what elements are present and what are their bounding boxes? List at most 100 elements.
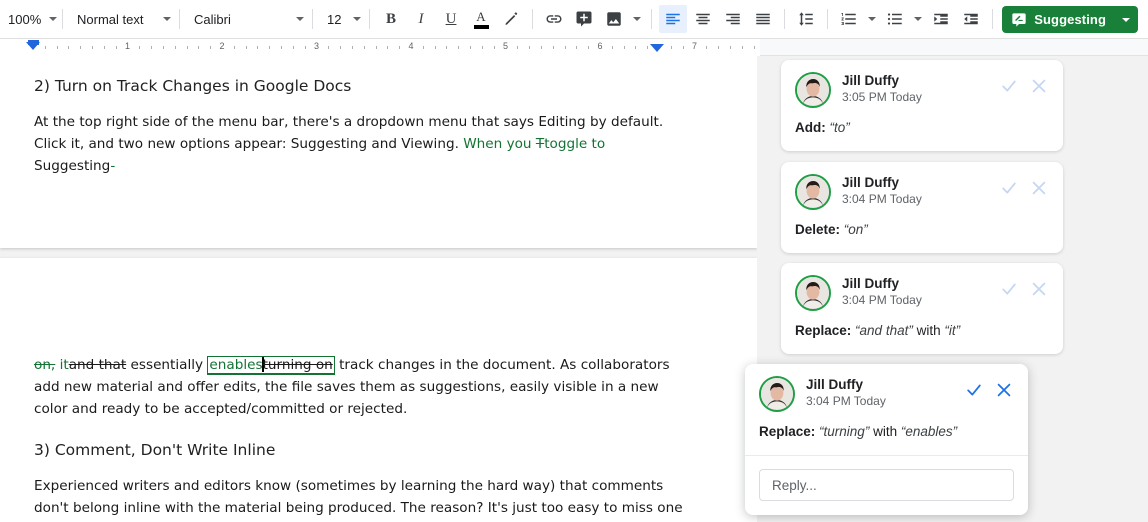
increase-indent-button[interactable]: [957, 5, 985, 33]
zoom-value: 100%: [8, 11, 42, 27]
ruler-tick: [92, 46, 94, 49]
align-justify-button[interactable]: [749, 5, 777, 33]
ruler-track[interactable]: [0, 39, 760, 56]
text-essentially: essentially: [126, 357, 208, 373]
paragraph-style-select[interactable]: Normal text: [69, 6, 173, 32]
ruler-tick: [588, 46, 590, 49]
ruler-tick: [493, 46, 495, 49]
check-icon[interactable]: [999, 279, 1019, 299]
line-spacing-button[interactable]: [792, 5, 820, 33]
suggestion-text: Add: “to”: [795, 119, 1049, 137]
suggestion-text: Replace: “turning” with “enables”: [759, 423, 1014, 441]
bold-button[interactable]: B: [377, 5, 405, 33]
divider: [651, 9, 652, 29]
numbered-list-dropdown[interactable]: [865, 5, 879, 33]
decrease-indent-icon: [934, 13, 948, 25]
ruler-tick: [186, 46, 188, 49]
underline-button[interactable]: U: [437, 5, 465, 33]
ruler-tick: [682, 46, 684, 49]
ruler-tick: [399, 46, 401, 49]
font-value: Calibri: [194, 11, 231, 27]
insert-image-dropdown[interactable]: [630, 5, 644, 33]
ruler-number: 5: [502, 41, 509, 51]
editing-mode-button[interactable]: Suggesting: [1002, 6, 1138, 33]
suggestion-action: Add:: [795, 120, 826, 135]
suggestion-quote-new: “enables”: [900, 424, 958, 439]
card-actions: [964, 376, 1014, 400]
suggestions-panel: Jill Duffy 3:05 PM Today Add: “to” Jill Duf…: [745, 56, 1148, 522]
left-margin-handle[interactable]: [28, 40, 39, 45]
ruler-tick: [56, 46, 58, 49]
comment-author: Jill Duffy: [806, 377, 864, 392]
avatar[interactable]: [795, 275, 831, 311]
suggestion-card[interactable]: Jill Duffy 3:04 PM Today Delete: “on”: [781, 162, 1063, 253]
avatar[interactable]: [795, 174, 831, 210]
card-meta: Jill Duffy 3:04 PM Today: [842, 174, 999, 207]
ruler-tick: [540, 46, 542, 49]
close-icon[interactable]: [1029, 76, 1049, 96]
suggestion-card-active[interactable]: Jill Duffy 3:04 PM Today Replace: “turning…: [745, 364, 1028, 515]
suggestion-quote-old: “and that”: [855, 323, 913, 338]
close-icon[interactable]: [994, 380, 1014, 400]
text-color-icon: A: [473, 10, 489, 29]
highlighter-pen-icon: [504, 11, 517, 25]
close-icon[interactable]: [1029, 178, 1049, 198]
font-size-select[interactable]: 12: [319, 6, 363, 32]
ruler-tick: [552, 46, 554, 49]
reply-input[interactable]: Reply...: [759, 469, 1014, 501]
editing-mode-label: Suggesting: [1034, 12, 1106, 27]
ruler-tick: [174, 46, 176, 49]
card-meta: Jill Duffy 3:04 PM Today: [806, 376, 964, 409]
check-icon[interactable]: [999, 178, 1019, 198]
paragraph-tracked-edits: on, itand that essentially enablesturnin…: [34, 354, 687, 420]
check-icon[interactable]: [964, 380, 984, 400]
ruler-tick: [328, 46, 330, 49]
document-page-2[interactable]: on, itand that essentially enablesturnin…: [0, 258, 757, 522]
suggestion-card[interactable]: Jill Duffy 3:05 PM Today Add: “to”: [781, 60, 1063, 151]
suggestion-action: Delete:: [795, 222, 841, 237]
avatar-photo: [797, 277, 829, 309]
close-icon[interactable]: [1029, 279, 1049, 299]
font-select[interactable]: Calibri: [186, 6, 306, 32]
bulleted-list-icon: [887, 13, 902, 25]
check-icon[interactable]: [999, 76, 1019, 96]
bulleted-list-dropdown[interactable]: [911, 5, 925, 33]
align-center-button[interactable]: [689, 5, 717, 33]
decrease-indent-button[interactable]: [927, 5, 955, 33]
avatar-photo: [797, 176, 829, 208]
numbered-list-button[interactable]: [835, 5, 863, 33]
divider: [312, 9, 313, 29]
suggestion-card[interactable]: Jill Duffy 3:04 PM Today Replace: “and tha…: [781, 263, 1063, 354]
italic-button[interactable]: I: [407, 5, 435, 33]
highlight-color-button[interactable]: [497, 5, 525, 33]
avatar[interactable]: [795, 72, 831, 108]
text-line-2-a: Click it, and two new options appear: Su…: [34, 135, 464, 152]
ruler-number: 7: [691, 41, 698, 51]
active-suggestion-region[interactable]: enablesturning on: [207, 356, 335, 375]
add-comment-button[interactable]: [570, 5, 598, 33]
right-indent-marker[interactable]: [650, 44, 664, 52]
document-page-1[interactable]: 2) Turn on Track Changes in Google Docs …: [0, 56, 757, 248]
align-left-icon: [666, 13, 680, 25]
insert-link-button[interactable]: [540, 5, 568, 33]
comment-author: Jill Duffy: [842, 276, 900, 291]
chevron-down-icon: [296, 17, 304, 21]
card-actions: [999, 174, 1049, 198]
ruler[interactable]: 1 2 3 4 5 6 7: [0, 39, 1148, 56]
bulleted-list-button[interactable]: [881, 5, 909, 33]
comment-timestamp: 3:04 PM Today: [842, 293, 922, 307]
text-color-button[interactable]: A: [467, 5, 495, 33]
ruler-tick: [375, 46, 377, 49]
avatar[interactable]: [759, 376, 795, 412]
ruler-tick: [434, 46, 436, 49]
zoom-select[interactable]: 100%: [0, 6, 58, 32]
insert-image-button[interactable]: [600, 5, 628, 33]
suggestion-quote-old: “on”: [843, 222, 868, 237]
section-heading-2: 2) Turn on Track Changes in Google Docs: [34, 77, 352, 95]
chevron-down-icon: [868, 17, 876, 21]
align-right-button[interactable]: [719, 5, 747, 33]
align-left-button[interactable]: [659, 5, 687, 33]
comment-timestamp: 3:04 PM Today: [842, 192, 922, 206]
ruler-tick: [458, 46, 460, 49]
ruler-number: 1: [124, 41, 131, 51]
